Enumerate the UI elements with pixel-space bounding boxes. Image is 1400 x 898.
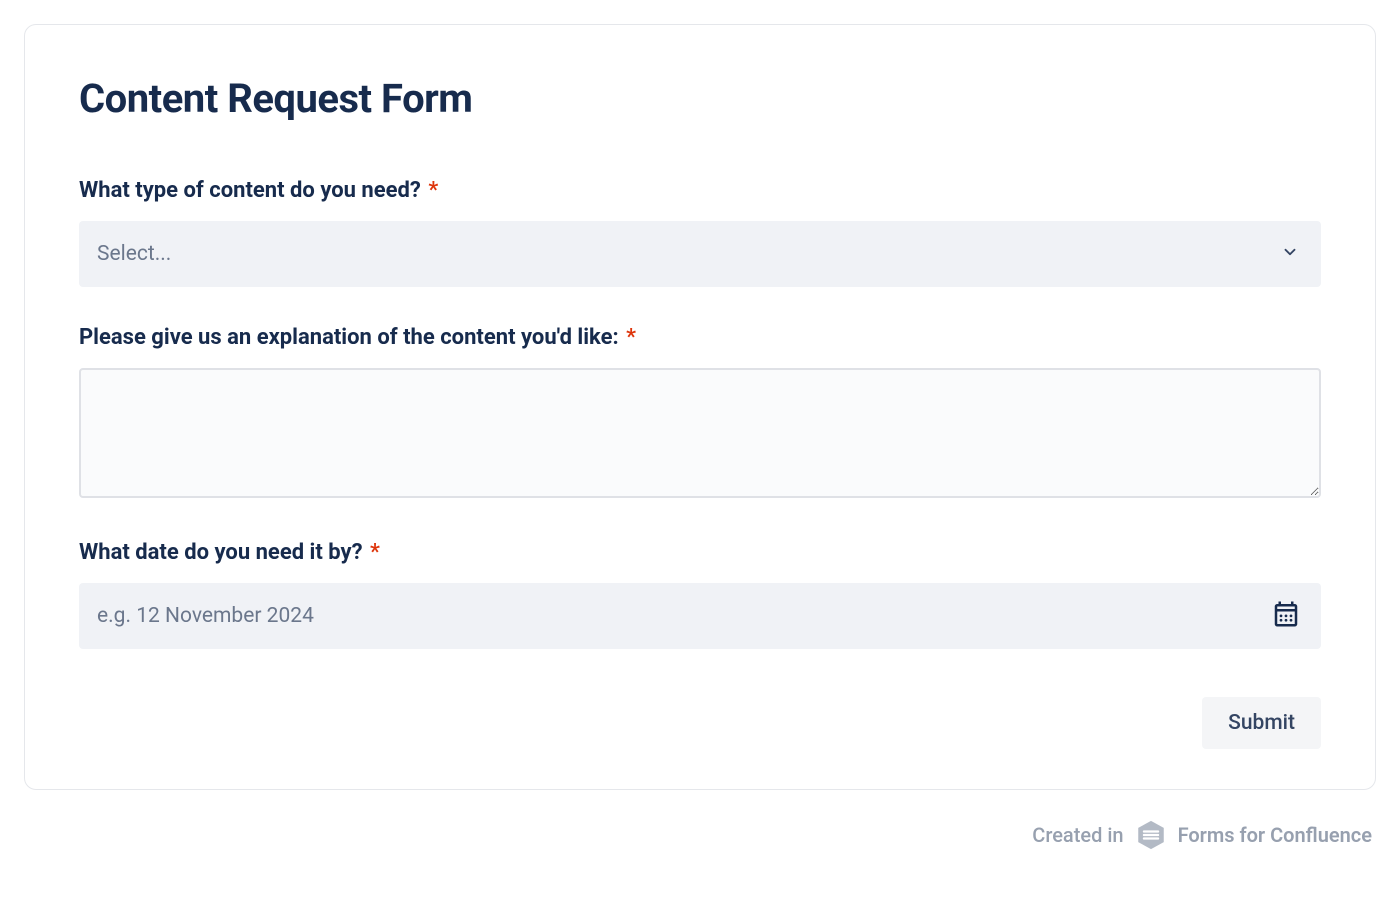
date-wrapper — [79, 583, 1321, 649]
select-placeholder: Select... — [97, 242, 171, 266]
footer-created-in: Created in — [1032, 823, 1123, 847]
due-date-input[interactable] — [79, 583, 1321, 649]
explanation-label: Please give us an explanation of the con… — [79, 325, 1321, 350]
submit-button[interactable]: Submit — [1202, 697, 1321, 749]
select-wrapper: Select... — [79, 221, 1321, 287]
required-indicator: * — [626, 325, 636, 350]
required-indicator: * — [370, 540, 380, 565]
brand-logo-icon — [1134, 818, 1168, 852]
due-date-label: What date do you need it by? * — [79, 540, 1321, 565]
required-indicator: * — [428, 178, 438, 203]
form-title: Content Request Form — [79, 75, 1321, 122]
field-explanation: Please give us an explanation of the con… — [79, 325, 1321, 502]
form-container: Content Request Form What type of conten… — [24, 24, 1376, 790]
footer-attribution: Created in Forms for Confluence — [24, 818, 1376, 852]
label-text: What date do you need it by? — [79, 540, 363, 565]
form-actions: Submit — [79, 697, 1321, 749]
label-text: Please give us an explanation of the con… — [79, 325, 619, 350]
content-type-label: What type of content do you need? * — [79, 178, 1321, 203]
field-content-type: What type of content do you need? * Sele… — [79, 178, 1321, 287]
explanation-textarea[interactable] — [79, 368, 1321, 498]
content-type-select[interactable]: Select... — [79, 221, 1321, 287]
label-text: What type of content do you need? — [79, 178, 421, 203]
field-due-date: What date do you need it by? * — [79, 540, 1321, 649]
footer-brand-name: Forms for Confluence — [1178, 823, 1372, 847]
